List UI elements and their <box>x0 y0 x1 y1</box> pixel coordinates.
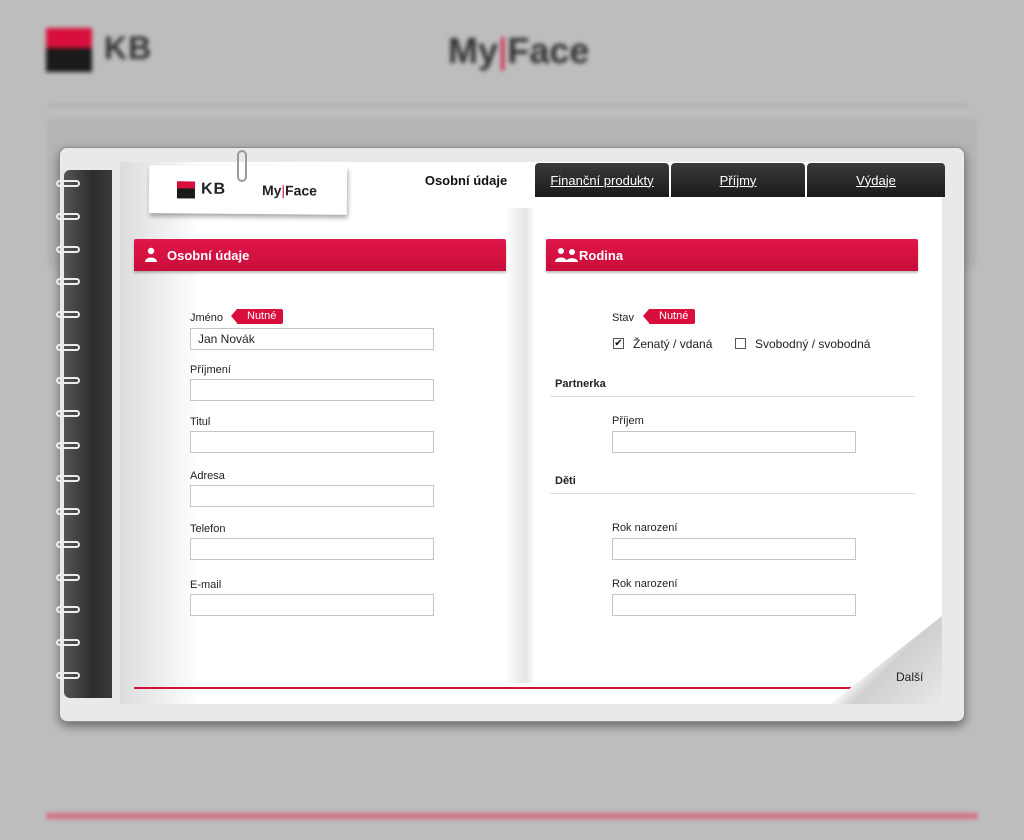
spiral-ring <box>56 311 80 319</box>
brand-sticker: KB My|Face <box>148 165 348 215</box>
field-label-adresa: Adresa <box>190 470 225 482</box>
kb-logo-text: KB <box>200 180 227 198</box>
spiral-ring <box>56 278 80 286</box>
field-label-prijmeni: Příjmení <box>190 364 231 376</box>
spiral-ring <box>56 672 80 679</box>
field-label-telefon: Telefon <box>190 523 226 535</box>
header-divider <box>48 104 968 106</box>
spiral-ring <box>56 442 80 450</box>
kb-logo-icon <box>176 181 196 199</box>
tab-financni-produkty[interactable]: Finanční produkty <box>535 163 669 197</box>
personal-section-header: Osobní údaje <box>134 239 506 271</box>
notebook-spine <box>56 170 112 698</box>
myface-brand: My|Face <box>448 30 590 71</box>
child-birth-year-field-1[interactable] <box>612 538 856 560</box>
spiral-ring <box>56 344 80 351</box>
married-checkbox[interactable]: ✔ <box>613 338 624 349</box>
section-title: Osobní údaje <box>167 247 250 263</box>
field-label-rok-narozeni-1: Rok narození <box>612 522 678 534</box>
field-label-jmeno: Jméno <box>190 312 224 324</box>
email-field[interactable] <box>190 594 434 616</box>
surname-field[interactable] <box>190 379 434 401</box>
spiral-ring <box>56 409 80 417</box>
person-icon <box>145 247 157 262</box>
partner-heading: Partnerka <box>555 378 606 390</box>
paperclip-icon <box>237 150 247 182</box>
spiral-ring <box>56 639 80 647</box>
footer-divider <box>46 813 978 819</box>
single-label: Svobodný / svobodná <box>755 337 871 351</box>
address-field[interactable] <box>190 485 434 507</box>
spiral-ring <box>56 606 80 614</box>
field-label-rok-narozeni-2: Rok narození <box>612 578 678 590</box>
tab-vydaje[interactable]: Výdaje <box>807 163 945 197</box>
page-fold-shade <box>505 208 535 683</box>
field-label-prijem: Příjem <box>612 415 644 427</box>
spiral-ring <box>56 475 80 483</box>
page-bottom-line <box>134 687 926 689</box>
required-badge: Nutné <box>230 309 284 324</box>
spiral-ring <box>56 376 80 384</box>
notebook: KB My|Face Osobní údaje Finanční produkt… <box>56 147 965 722</box>
field-label-titul: Titul <box>190 416 211 428</box>
title-field[interactable] <box>190 431 434 453</box>
partner-divider <box>550 396 915 397</box>
spiral-ring <box>56 180 80 187</box>
kb-logo-icon <box>46 28 92 72</box>
spiral-ring <box>56 540 80 548</box>
phone-field[interactable] <box>190 538 434 560</box>
married-label: Ženatý / vdaná <box>633 337 713 351</box>
child-birth-year-field-2[interactable] <box>612 594 856 616</box>
children-heading: Děti <box>555 475 576 487</box>
myface-logo: My|Face <box>261 182 318 199</box>
tab-osobni-udaje[interactable]: Osobní údaje <box>399 163 533 197</box>
spiral-ring <box>56 212 80 220</box>
single-checkbox[interactable] <box>735 338 746 349</box>
first-name-field[interactable] <box>190 328 434 350</box>
field-label-email: E-mail <box>190 579 222 591</box>
children-divider <box>550 493 915 494</box>
family-section-header: Rodina <box>546 239 918 271</box>
spiral-ring <box>56 508 80 515</box>
spiral-ring <box>56 245 80 253</box>
kb-logo-text: KB <box>104 30 153 66</box>
section-title: Rodina <box>579 247 624 263</box>
family-icon <box>555 248 578 262</box>
required-badge: Nutné <box>642 309 696 324</box>
partner-income-field[interactable] <box>612 431 856 453</box>
tab-prijmy[interactable]: Příjmy <box>671 163 805 197</box>
next-page-link[interactable]: Další <box>896 670 923 684</box>
spiral-ring <box>56 573 80 581</box>
field-label-stav: Stav <box>612 312 635 324</box>
